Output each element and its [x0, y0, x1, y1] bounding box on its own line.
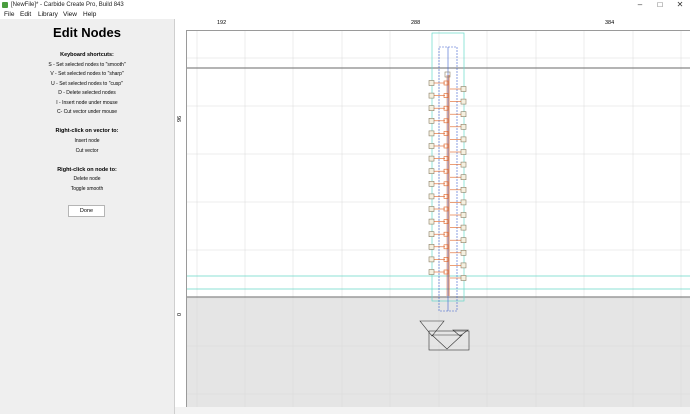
node-handle-right — [460, 161, 467, 168]
node-handle-right — [460, 124, 467, 130]
node-handle-right — [460, 149, 467, 155]
title-bar: [NewFile]* - Carbide Create Pro, Build 8… — [0, 0, 690, 10]
done-button[interactable]: Done — [68, 205, 105, 217]
edit-nodes-panel: Edit Nodes Keyboard shortcuts: S - Set s… — [0, 19, 175, 414]
keyboard-shortcuts-heading: Keyboard shortcuts: — [60, 52, 114, 58]
ruler-label-96: 96 — [177, 115, 183, 122]
node-actions-heading: Right-click on node to: — [57, 167, 117, 173]
node-handle-right — [460, 86, 467, 92]
node-handle-right — [460, 174, 467, 180]
close-button[interactable]: ✕ — [670, 0, 690, 10]
node-handle-right — [460, 275, 467, 281]
node-handle-left — [428, 206, 435, 212]
maximize-button[interactable]: □ — [650, 0, 670, 10]
triangle-shape — [419, 320, 445, 337]
horizontal-scrollbar[interactable] — [175, 407, 690, 414]
node-handle-right — [460, 111, 467, 117]
window-title: [NewFile]* - Carbide Create Pro, Build 8… — [11, 2, 124, 8]
node-handle-right — [460, 187, 467, 193]
node-handle-left — [428, 143, 435, 149]
node-handle-right — [460, 98, 467, 105]
node-handle-right — [460, 262, 467, 269]
triangle-shape — [431, 334, 463, 350]
node-handle-left — [428, 155, 435, 162]
ruler-label-384: 384 — [605, 20, 615, 26]
shortcut-smooth: S - Set selected nodes to "smooth" — [48, 62, 126, 68]
vector-actions-heading: Right-click on vector to: — [55, 128, 119, 134]
vertical-ruler: 96 0 — [175, 30, 187, 414]
ruler-label-192: 192 — [217, 20, 227, 26]
node-handle-left — [428, 244, 435, 250]
ruler-label-0: 0 — [177, 312, 183, 316]
menu-library[interactable]: Library — [38, 10, 58, 19]
node-handle-right — [460, 250, 467, 256]
node-handle-left — [428, 269, 435, 275]
menu-help[interactable]: Help — [83, 10, 96, 19]
shortcut-sharp: V - Set selected nodes to "sharp" — [50, 71, 124, 77]
vector-action-cut-vector: Cut vector — [75, 148, 99, 154]
ruler-label-288: 288 — [411, 20, 421, 26]
node-handle-right — [460, 212, 467, 218]
shortcut-cut: C- Cut vector under mouse — [56, 109, 118, 115]
node-handle-left — [428, 80, 435, 86]
minimize-button[interactable]: – — [630, 0, 650, 10]
node-handle-left — [428, 105, 435, 111]
node-handle-left — [428, 181, 435, 187]
shortcut-delete: D - Delete selected nodes — [58, 90, 116, 96]
menu-edit[interactable]: Edit — [20, 10, 31, 19]
node-action-toggle-smooth: Toggle smooth — [70, 186, 104, 192]
node-handle-left — [428, 231, 435, 237]
node-handle-right — [460, 199, 467, 206]
horizontal-ruler: 192 288 384 — [175, 19, 690, 31]
node-handle-left — [428, 168, 435, 174]
node-handle-left — [428, 130, 435, 137]
node-action-delete: Delete node — [73, 176, 101, 182]
shortcut-insert: I - Insert node under mouse — [56, 100, 118, 106]
vector-action-insert-node: Insert node — [74, 138, 100, 144]
panel-title: Edit Nodes — [53, 25, 121, 40]
node-handle-left — [428, 92, 435, 99]
node-handle-right — [460, 224, 467, 231]
menu-bar: File Edit Library View Help — [0, 10, 690, 19]
node-handle-left — [428, 218, 435, 225]
app-logo-icon — [2, 2, 8, 8]
vector-drawing[interactable] — [187, 31, 690, 414]
shortcut-cusp: U - Set selected nodes to "cusp" — [51, 81, 123, 87]
node-handle-left — [428, 256, 435, 263]
menu-file[interactable]: File — [4, 10, 14, 19]
node-handle-left — [428, 118, 435, 124]
node-handle-right — [460, 237, 467, 243]
menu-view[interactable]: View — [63, 10, 77, 19]
node-handle-right — [460, 136, 467, 143]
design-canvas[interactable]: 192 288 384 96 0 — [175, 19, 690, 414]
node-handle-left — [428, 193, 435, 200]
